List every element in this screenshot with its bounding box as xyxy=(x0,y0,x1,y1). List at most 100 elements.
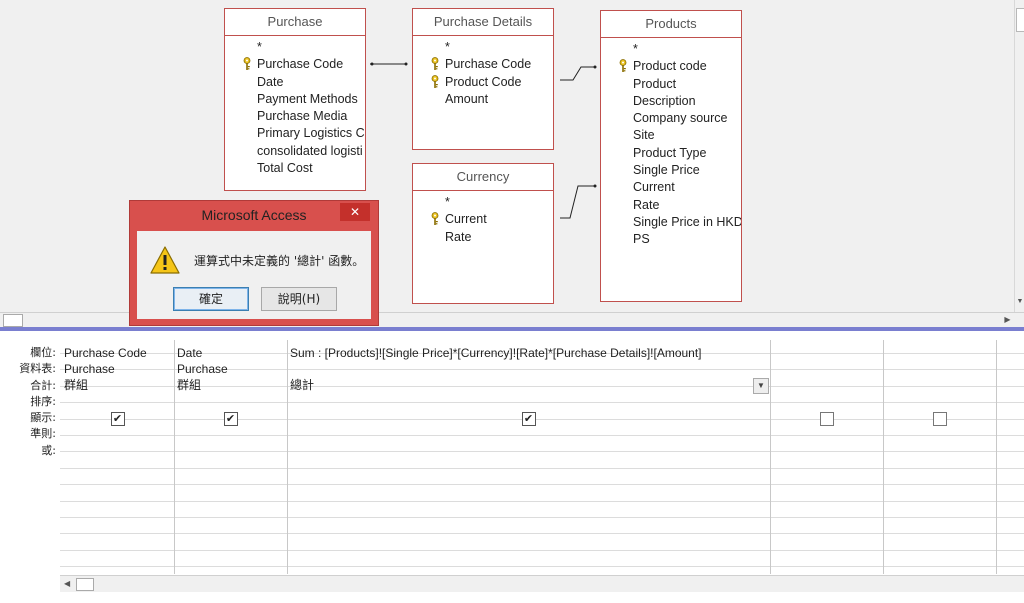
dialog-message: 運算式中未定義的 '總計' 函數。 xyxy=(194,254,365,268)
field-label: Product Type xyxy=(633,145,707,160)
field-item[interactable]: Primary Logistics Co xyxy=(225,125,365,142)
scroll-right-arrow-icon[interactable]: ▶ xyxy=(1002,314,1013,325)
field-label: * xyxy=(445,40,450,54)
field-item[interactable]: PS xyxy=(601,231,741,248)
error-dialog[interactable]: Microsoft Access ✕ 運算式中未定義的 '總計' 函數。 確定 … xyxy=(129,200,379,326)
field-cell[interactable] xyxy=(883,345,993,361)
field-label: Product code xyxy=(633,59,707,74)
table-cell[interactable]: Purchase xyxy=(174,361,284,377)
field-item[interactable]: Rate xyxy=(601,197,741,214)
field-item[interactable]: Current xyxy=(601,179,741,196)
table-title[interactable]: Currency xyxy=(413,164,553,191)
query-design-grid: 欄位: 資料表: 合計: 排序: 顯示: 準則: 或: Purchase Code Purch… xyxy=(0,331,1024,603)
grid-row-label: 排序: xyxy=(30,394,56,408)
table-title[interactable]: Purchase xyxy=(225,9,365,36)
grid-row-labels: 欄位: 資料表: 合計: 排序: 顯示: 準則: 或: xyxy=(0,345,60,459)
relationship-endpoint xyxy=(593,65,597,69)
field-item[interactable]: Site xyxy=(601,127,741,144)
horizontal-scroll-thumb[interactable] xyxy=(3,314,23,327)
show-checkbox[interactable] xyxy=(819,412,834,426)
show-checkbox[interactable]: ✔ xyxy=(223,412,238,426)
show-checkbox[interactable]: ✔ xyxy=(110,412,125,426)
field-label: * xyxy=(633,42,638,56)
relationship-line-product-code xyxy=(560,66,596,81)
show-checkbox[interactable] xyxy=(932,412,947,426)
grid-column[interactable] xyxy=(883,340,997,574)
grid-row-label: 欄位: xyxy=(30,346,56,359)
field-item[interactable]: Amount xyxy=(413,91,553,108)
grid-row-label: 或: xyxy=(41,443,56,457)
ok-button[interactable]: 確定 xyxy=(173,287,249,311)
primary-key-icon xyxy=(243,57,251,71)
grid-row-label: 準則: xyxy=(30,427,56,441)
field-item[interactable]: consolidated logisti xyxy=(225,143,365,160)
table-cell[interactable]: Purchase xyxy=(61,361,171,377)
field-label: Purchase Media xyxy=(257,109,348,124)
field-cell[interactable]: Purchase Code xyxy=(61,345,171,361)
warning-icon xyxy=(150,246,180,274)
field-item[interactable]: Rate xyxy=(413,229,553,246)
field-item[interactable]: Single Price xyxy=(601,162,741,179)
horizontal-scroll-thumb[interactable] xyxy=(76,578,94,591)
field-item[interactable]: Company source xyxy=(601,110,741,127)
table-currency[interactable]: Currency * Current Rate xyxy=(412,163,554,304)
field-list: * Purchase Code Product Code Amount xyxy=(413,36,553,108)
total-cell[interactable]: 總計 xyxy=(287,377,767,393)
show-checkbox[interactable]: ✔ xyxy=(521,412,536,426)
field-label: Rate xyxy=(633,197,660,212)
field-item[interactable]: Purchase Media xyxy=(225,108,365,125)
field-label: Product xyxy=(633,76,677,91)
field-item[interactable]: Product Code xyxy=(413,74,553,91)
field-all-star[interactable]: * xyxy=(601,41,741,58)
field-item[interactable]: Purchase Code xyxy=(225,56,365,73)
field-item[interactable]: Description xyxy=(601,93,741,110)
horizontal-scrollbar-bottom[interactable]: ◀ xyxy=(60,575,1024,592)
field-item[interactable]: Purchase Code xyxy=(413,56,553,73)
table-purchase[interactable]: Purchase * Purchase Code Date Payment Metho… xyxy=(224,8,366,191)
field-item[interactable]: Product Type xyxy=(601,145,741,162)
field-label: Current xyxy=(445,212,487,227)
field-item[interactable]: Payment Methods xyxy=(225,91,365,108)
field-all-star[interactable]: * xyxy=(413,39,553,56)
field-item[interactable]: Product xyxy=(601,76,741,93)
table-cell[interactable] xyxy=(770,361,880,377)
chevron-down-icon[interactable]: ▼ xyxy=(753,378,769,394)
grid-column[interactable]: Purchase Code Purchase 群組 ✔ xyxy=(61,340,175,574)
table-products[interactable]: Products * Product code Product Description… xyxy=(600,10,742,302)
field-item[interactable]: Date xyxy=(225,74,365,91)
field-cell[interactable]: Date xyxy=(174,345,284,361)
total-cell[interactable] xyxy=(883,377,993,393)
total-cell[interactable]: 群組 xyxy=(174,377,284,393)
field-all-star[interactable]: * xyxy=(225,39,365,56)
field-label: * xyxy=(257,40,262,54)
field-item[interactable]: Product code xyxy=(601,58,741,75)
table-purchase-details[interactable]: Purchase Details * Purchase Code Product C… xyxy=(412,8,554,150)
field-cell[interactable] xyxy=(770,345,880,361)
field-label: Date xyxy=(257,74,284,89)
total-cell[interactable] xyxy=(770,377,880,393)
field-label: Company source xyxy=(633,111,728,126)
table-cell[interactable] xyxy=(883,361,993,377)
help-button[interactable]: 說明(H) xyxy=(261,287,337,311)
grid-column[interactable]: Sum : [Products]![Single Price]*[Currenc… xyxy=(287,340,771,574)
primary-key-icon xyxy=(431,57,439,71)
field-list: * Current Rate xyxy=(413,191,553,246)
field-item[interactable]: Single Price in HKD xyxy=(601,214,741,231)
field-item[interactable]: Total Cost xyxy=(225,160,365,177)
grid-column[interactable]: Date Purchase 群組 ✔ xyxy=(174,340,288,574)
close-icon[interactable]: ✕ xyxy=(340,203,370,221)
table-title[interactable]: Products xyxy=(601,11,741,38)
field-all-star[interactable]: * xyxy=(413,194,553,211)
table-title[interactable]: Purchase Details xyxy=(413,9,553,36)
field-item[interactable]: Current xyxy=(413,211,553,228)
grid-column[interactable] xyxy=(770,340,884,574)
grid-row-label: 顯示: xyxy=(30,411,56,425)
field-label: Site xyxy=(633,128,655,143)
total-cell[interactable]: 群組 xyxy=(61,377,171,393)
table-cell[interactable] xyxy=(287,361,767,377)
field-cell[interactable]: Sum : [Products]![Single Price]*[Currenc… xyxy=(287,345,767,361)
scroll-left-arrow-icon[interactable]: ◀ xyxy=(64,578,74,590)
field-label: Payment Methods xyxy=(257,91,358,106)
field-label: Rate xyxy=(445,229,472,244)
relationship-endpoint xyxy=(404,62,408,66)
